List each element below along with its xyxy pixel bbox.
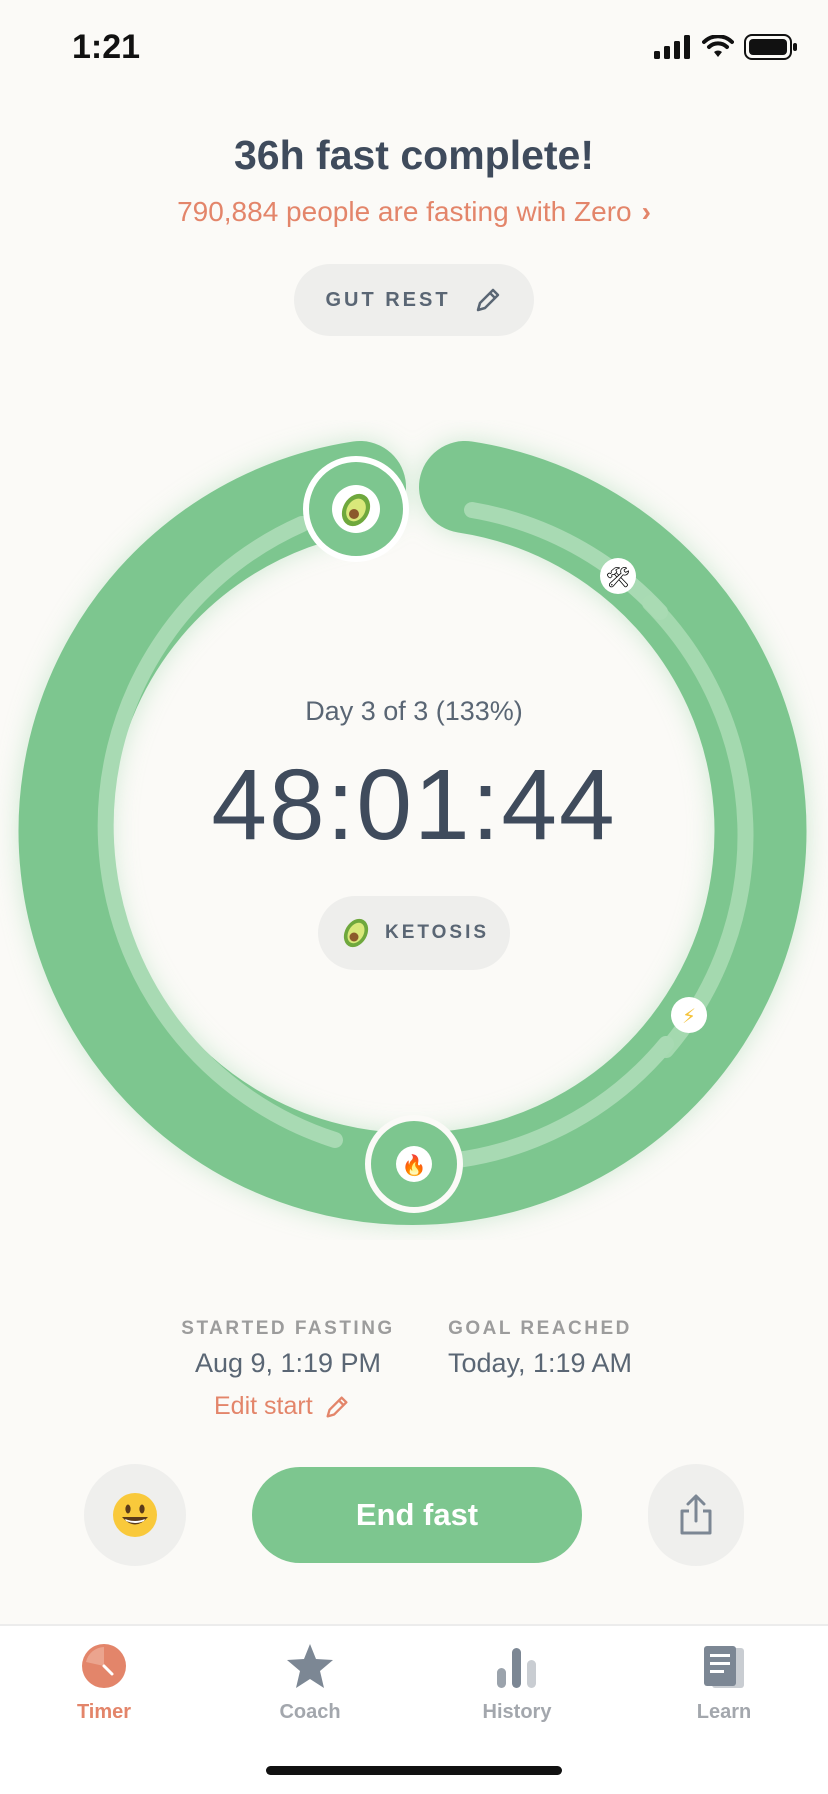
signal-icon (654, 35, 690, 59)
bar-chart-icon (497, 1648, 536, 1688)
article-icon (704, 1646, 744, 1688)
fast-type-button[interactable]: GUT REST (294, 264, 534, 336)
status-icons (654, 34, 798, 60)
pencil-icon (476, 288, 499, 312)
elapsed-timer: 48:01:44 (211, 749, 617, 861)
status-time: 1:21 (72, 28, 141, 66)
fire-icon[interactable]: 🔥 (396, 1146, 432, 1182)
stage-label: KETOSIS (384, 922, 490, 943)
tab-history[interactable]: History (447, 1642, 587, 1724)
tab-coach[interactable]: Coach (240, 1642, 380, 1724)
page-title: 36h fast complete! (234, 132, 594, 178)
share-button[interactable] (648, 1464, 744, 1566)
community-count-text: 790,884 people are fasting with Zero (177, 196, 632, 227)
smiley-icon (113, 1493, 157, 1537)
pencil-icon (326, 1396, 348, 1417)
end-fast-button[interactable]: End fast (252, 1467, 582, 1563)
edit-start-label: Edit start (214, 1392, 313, 1420)
goal-reached-label: GOAL REACHED (448, 1318, 632, 1339)
tools-icon[interactable]: 🛠 (600, 558, 636, 594)
wifi-icon (702, 35, 734, 57)
stage-badge[interactable]: KETOSIS (318, 896, 510, 970)
started-fasting-label: STARTED FASTING (181, 1318, 395, 1339)
tab-timer-label: Timer (76, 1701, 132, 1723)
home-indicator (266, 1766, 562, 1775)
avocado-icon (343, 918, 369, 948)
svg-text:⚡: ⚡ (682, 1006, 696, 1028)
svg-text:🔥: 🔥 (402, 1153, 427, 1177)
share-icon (680, 1494, 712, 1535)
goal-reached-value: Today, 1:19 AM (447, 1348, 633, 1378)
tab-learn-label: Learn (696, 1701, 752, 1723)
chevron-right-icon: › (641, 196, 651, 227)
started-fasting-block: STARTED FASTING Aug 9, 1:19 PM (170, 1318, 406, 1379)
current-stage-knob[interactable] (303, 456, 409, 562)
goal-reached-block: GOAL REACHED Today, 1:19 AM (440, 1318, 640, 1379)
battery-icon (744, 34, 797, 60)
tab-learn[interactable]: Learn (654, 1642, 794, 1724)
fast-day-label: Day 3 of 3 (133%) (305, 696, 523, 726)
mood-button[interactable] (84, 1464, 186, 1566)
svg-text:🛠: 🛠 (605, 567, 630, 589)
timer-icon (82, 1644, 126, 1688)
tab-history-label: History (482, 1701, 552, 1723)
community-count-link[interactable]: 790,884 people are fasting with Zero › (0, 196, 828, 228)
tab-timer[interactable]: Timer (34, 1642, 174, 1724)
lightning-icon[interactable]: ⚡ (671, 997, 707, 1033)
star-icon (287, 1644, 333, 1688)
edit-start-link[interactable]: Edit start (214, 1392, 351, 1421)
tab-coach-label: Coach (279, 1701, 341, 1723)
started-fasting-value: Aug 9, 1:19 PM (194, 1348, 382, 1378)
fast-type-label: GUT REST (325, 288, 451, 311)
